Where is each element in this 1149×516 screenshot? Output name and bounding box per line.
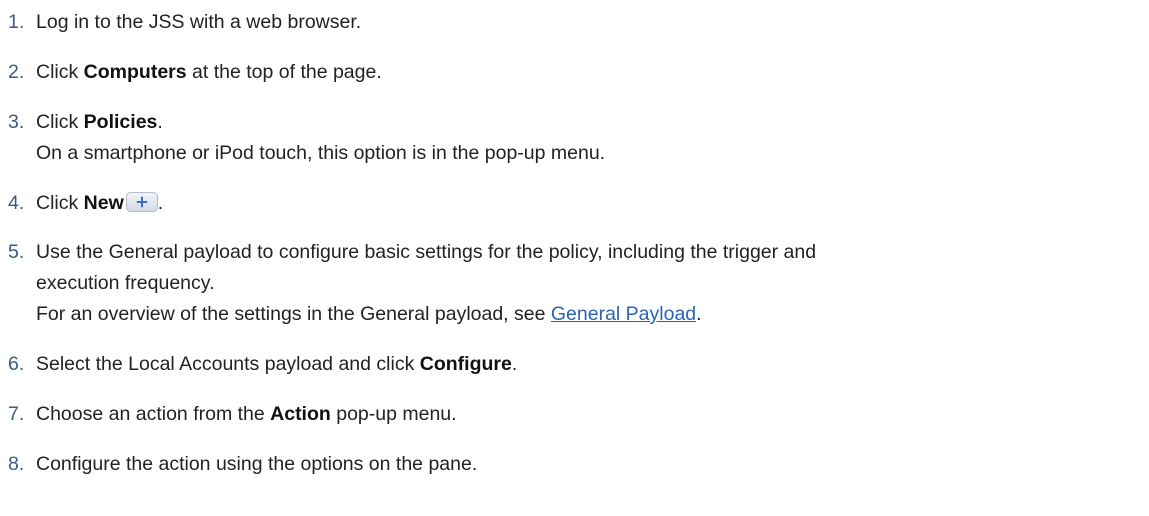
step-note: For an overview of the settings in the G…: [36, 299, 1133, 330]
step-number: 2.: [8, 61, 25, 83]
note-prefix: For an overview of the settings in the G…: [36, 303, 551, 325]
step-number: 7.: [8, 403, 25, 425]
ui-label-policies: Policies: [83, 111, 158, 133]
general-payload-link[interactable]: General Payload: [551, 303, 696, 325]
step-text: Configure the action using the options o…: [36, 453, 478, 475]
step-text-line-2: execution frequency.: [36, 272, 215, 294]
step-text: Click New.: [36, 188, 1133, 219]
step-text-line-1: Use the General payload to configure bas…: [36, 241, 817, 263]
step-suffix: at the top of the page.: [186, 61, 382, 83]
step-suffix: .: [157, 111, 163, 133]
ui-label-computers: Computers: [83, 61, 187, 83]
plus-icon: [125, 191, 158, 212]
step-number: 5.: [8, 241, 25, 263]
step-text: Click Policies.: [36, 107, 1133, 138]
step-number: 3.: [8, 111, 25, 133]
ui-label-configure: Configure: [419, 353, 512, 375]
step-prefix: Click: [36, 111, 84, 133]
step-prefix: Select the Local Accounts payload and cl…: [36, 353, 420, 375]
step-suffix: .: [157, 192, 164, 214]
step-prefix: Choose an action from the: [36, 403, 271, 425]
step-prefix: Click: [36, 192, 84, 214]
step-text: Log in to the JSS with a web browser.: [36, 11, 362, 33]
ui-label-new: New: [83, 192, 124, 214]
step-suffix: .: [511, 353, 518, 375]
step-number: 6.: [8, 353, 25, 375]
step-suffix: pop-up menu.: [330, 403, 457, 425]
step-prefix: Click: [36, 61, 84, 83]
step-number: 4.: [8, 192, 25, 214]
ui-label-action: Action: [270, 403, 331, 425]
step-number: 8.: [8, 453, 25, 475]
step-note: On a smartphone or iPod touch, this opti…: [36, 142, 606, 164]
step-text: Click Computers at the top of the page.: [36, 57, 1133, 88]
step-text: Choose an action from the Action pop-up …: [36, 399, 1133, 430]
step-number: 1.: [8, 11, 25, 33]
note-suffix: .: [696, 303, 702, 325]
step-text: Select the Local Accounts payload and cl…: [36, 349, 1133, 380]
